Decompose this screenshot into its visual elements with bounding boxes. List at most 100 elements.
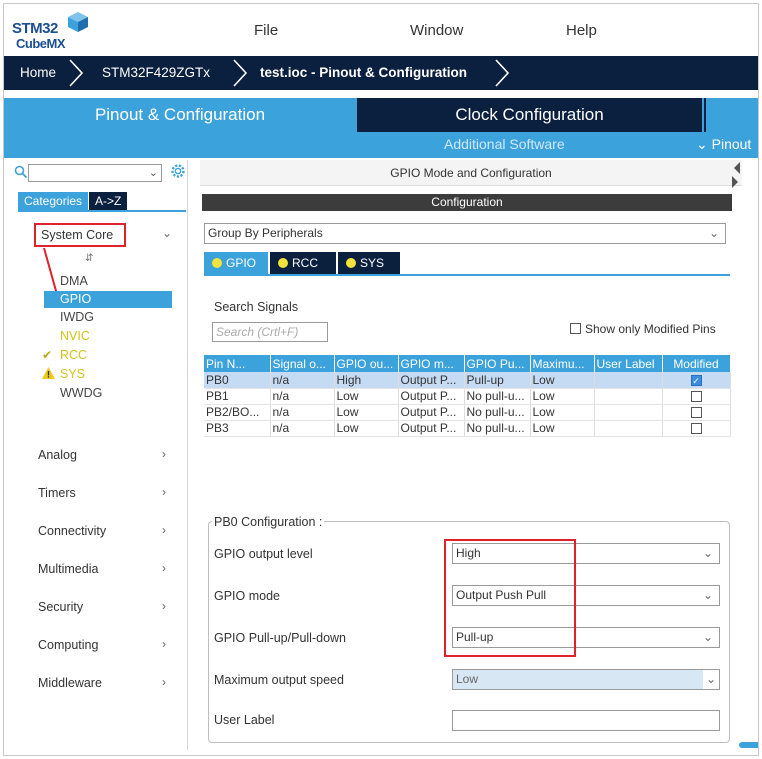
table-row[interactable]: PB3 n/a Low Output P... No pull-u... Low xyxy=(204,420,731,437)
item-sys[interactable]: SYS xyxy=(60,367,85,381)
checkbox-unchecked[interactable] xyxy=(690,423,702,435)
section-label: Connectivity xyxy=(38,524,107,538)
tab-a-to-z[interactable]: A->Z xyxy=(89,192,128,211)
search-signals-placeholder: Search (Crtl+F) xyxy=(216,325,299,339)
show-only-modified-checkbox[interactable]: Show only Modified Pins xyxy=(570,322,716,336)
chevron-down-icon[interactable]: ⌄ xyxy=(149,166,158,179)
table-row[interactable]: PB0 n/a High Output P... Pull-up Low ✓ xyxy=(204,372,731,389)
chevron-down-icon: ⌄ xyxy=(702,630,713,644)
cell-pin: PB1 xyxy=(204,388,271,405)
column-header[interactable]: GPIO Pu... xyxy=(464,355,531,372)
breadcrumb: Home STM32F429ZGTx test.ioc - Pinout & C… xyxy=(4,56,758,90)
cell-signal: n/a xyxy=(270,404,335,421)
search-signals-input[interactable]: Search (Crtl+F) xyxy=(212,322,328,342)
sort-icon[interactable]: ⇵ xyxy=(85,253,93,264)
item-nvic[interactable]: NVIC xyxy=(60,329,90,343)
search-icon xyxy=(14,165,28,179)
pinout-view-button[interactable]: ⌄ Pinout xyxy=(696,136,751,153)
cell-pin: PB3 xyxy=(204,420,271,437)
item-wwdg[interactable]: WWDG xyxy=(60,386,102,400)
section-multimedia[interactable]: Multimedia › xyxy=(8,556,184,582)
table-row[interactable]: PB2/BO... n/a Low Output P... No pull-u.… xyxy=(204,404,731,421)
category-search-input[interactable]: ⌄ xyxy=(28,164,162,182)
cell-mode: Output P... xyxy=(398,372,465,389)
gear-icon[interactable] xyxy=(170,163,186,179)
checkbox-label: Show only Modified Pins xyxy=(585,322,716,336)
group-by-value: Group By Peripherals xyxy=(208,226,323,240)
section-middleware[interactable]: Middleware › xyxy=(8,670,184,696)
breadcrumb-project[interactable]: test.ioc - Pinout & Configuration xyxy=(260,56,467,90)
cell-pull: Pull-up xyxy=(464,372,531,389)
tab-pinout-configuration[interactable]: Pinout & Configuration xyxy=(4,98,356,132)
app-window: STM32 CubeMX File Window Help Home STM32… xyxy=(3,3,759,756)
menu-window[interactable]: Window xyxy=(410,22,463,39)
column-header[interactable]: Maximu... xyxy=(530,355,595,372)
section-computing[interactable]: Computing › xyxy=(8,632,184,658)
section-connectivity[interactable]: Connectivity › xyxy=(8,518,184,544)
tab-sys[interactable]: SYS xyxy=(338,252,400,274)
breadcrumb-device[interactable]: STM32F429ZGTx xyxy=(102,56,210,90)
chevron-down-icon[interactable]: ⌄ xyxy=(162,226,172,240)
chevron-right-icon: › xyxy=(162,675,166,689)
select-value: Low xyxy=(456,672,479,686)
section-security[interactable]: Security › xyxy=(8,594,184,620)
section-timers[interactable]: Timers › xyxy=(8,480,184,506)
checkbox-unchecked[interactable] xyxy=(690,407,702,419)
chevron-down-icon: ⌄ xyxy=(702,546,713,560)
scrollbar-handle[interactable] xyxy=(739,742,758,748)
column-header[interactable]: User Label xyxy=(594,355,663,372)
cell-mode: Output P... xyxy=(398,420,465,437)
tab-clock-configuration[interactable]: Clock Configuration xyxy=(357,98,702,132)
cube-icon xyxy=(68,12,88,32)
cell-pull: No pull-u... xyxy=(464,404,531,421)
item-gpio[interactable]: GPIO xyxy=(44,291,172,308)
checkbox-unchecked[interactable] xyxy=(690,391,702,403)
column-header[interactable]: GPIO m... xyxy=(398,355,465,372)
menu-help[interactable]: Help xyxy=(566,22,597,39)
cell-output: High xyxy=(334,372,399,389)
table-row[interactable]: PB1 n/a Low Output P... No pull-u... Low xyxy=(204,388,731,405)
section-label: Timers xyxy=(38,486,76,500)
search-signals-label: Search Signals xyxy=(214,300,299,314)
tab-categories[interactable]: Categories xyxy=(18,192,89,211)
cell-output: Low xyxy=(334,420,399,437)
section-analog[interactable]: Analog › xyxy=(8,442,184,468)
column-header[interactable]: Pin N... xyxy=(204,355,271,372)
item-iwdg[interactable]: IWDG xyxy=(60,310,94,324)
menu-file[interactable]: File xyxy=(254,22,278,39)
tab-rcc[interactable]: RCC xyxy=(270,252,336,274)
column-header[interactable]: Signal o... xyxy=(270,355,335,372)
chevron-right-icon: › xyxy=(162,561,166,575)
breadcrumb-home[interactable]: Home xyxy=(20,56,56,90)
section-label: Computing xyxy=(38,638,99,652)
max-output-speed-select[interactable]: Low ⌄ xyxy=(452,669,720,690)
item-rcc[interactable]: RCC xyxy=(60,348,87,362)
section-label: Middleware xyxy=(38,676,102,690)
pin-table: Pin N... Signal o... GPIO ou... GPIO m..… xyxy=(204,355,731,437)
check-badge-icon xyxy=(212,258,222,268)
chevron-down-icon: ⌄ xyxy=(702,670,719,689)
chevron-right-icon xyxy=(69,59,84,87)
warning-icon xyxy=(42,367,55,379)
section-label: Security xyxy=(38,600,84,614)
cell-output: Low xyxy=(334,404,399,421)
tab-gpio[interactable]: GPIO xyxy=(204,252,268,274)
checkbox-box xyxy=(570,323,581,334)
chevron-right-icon: › xyxy=(162,637,166,651)
checkbox-checked[interactable]: ✓ xyxy=(690,375,702,387)
tab-additional-software[interactable]: Additional Software xyxy=(444,136,565,152)
group-by-select[interactable]: Group By Peripherals ⌄ xyxy=(204,223,726,244)
column-header[interactable]: GPIO ou... xyxy=(334,355,399,372)
panel-collapse-icon[interactable] xyxy=(732,160,740,190)
cell-speed: Low xyxy=(530,420,595,437)
user-label-input[interactable] xyxy=(452,710,720,731)
item-dma[interactable]: DMA xyxy=(60,274,88,288)
tab-overflow[interactable] xyxy=(704,98,758,132)
pb0-configuration-legend: PB0 Configuration : xyxy=(212,515,325,529)
column-header[interactable]: Modified xyxy=(662,355,731,372)
cell-modified xyxy=(662,404,731,421)
chevron-right-icon: › xyxy=(162,447,166,461)
cell-signal: n/a xyxy=(270,420,335,437)
chevron-right-icon xyxy=(495,59,510,87)
section-system-core[interactable]: System Core xyxy=(41,228,113,242)
